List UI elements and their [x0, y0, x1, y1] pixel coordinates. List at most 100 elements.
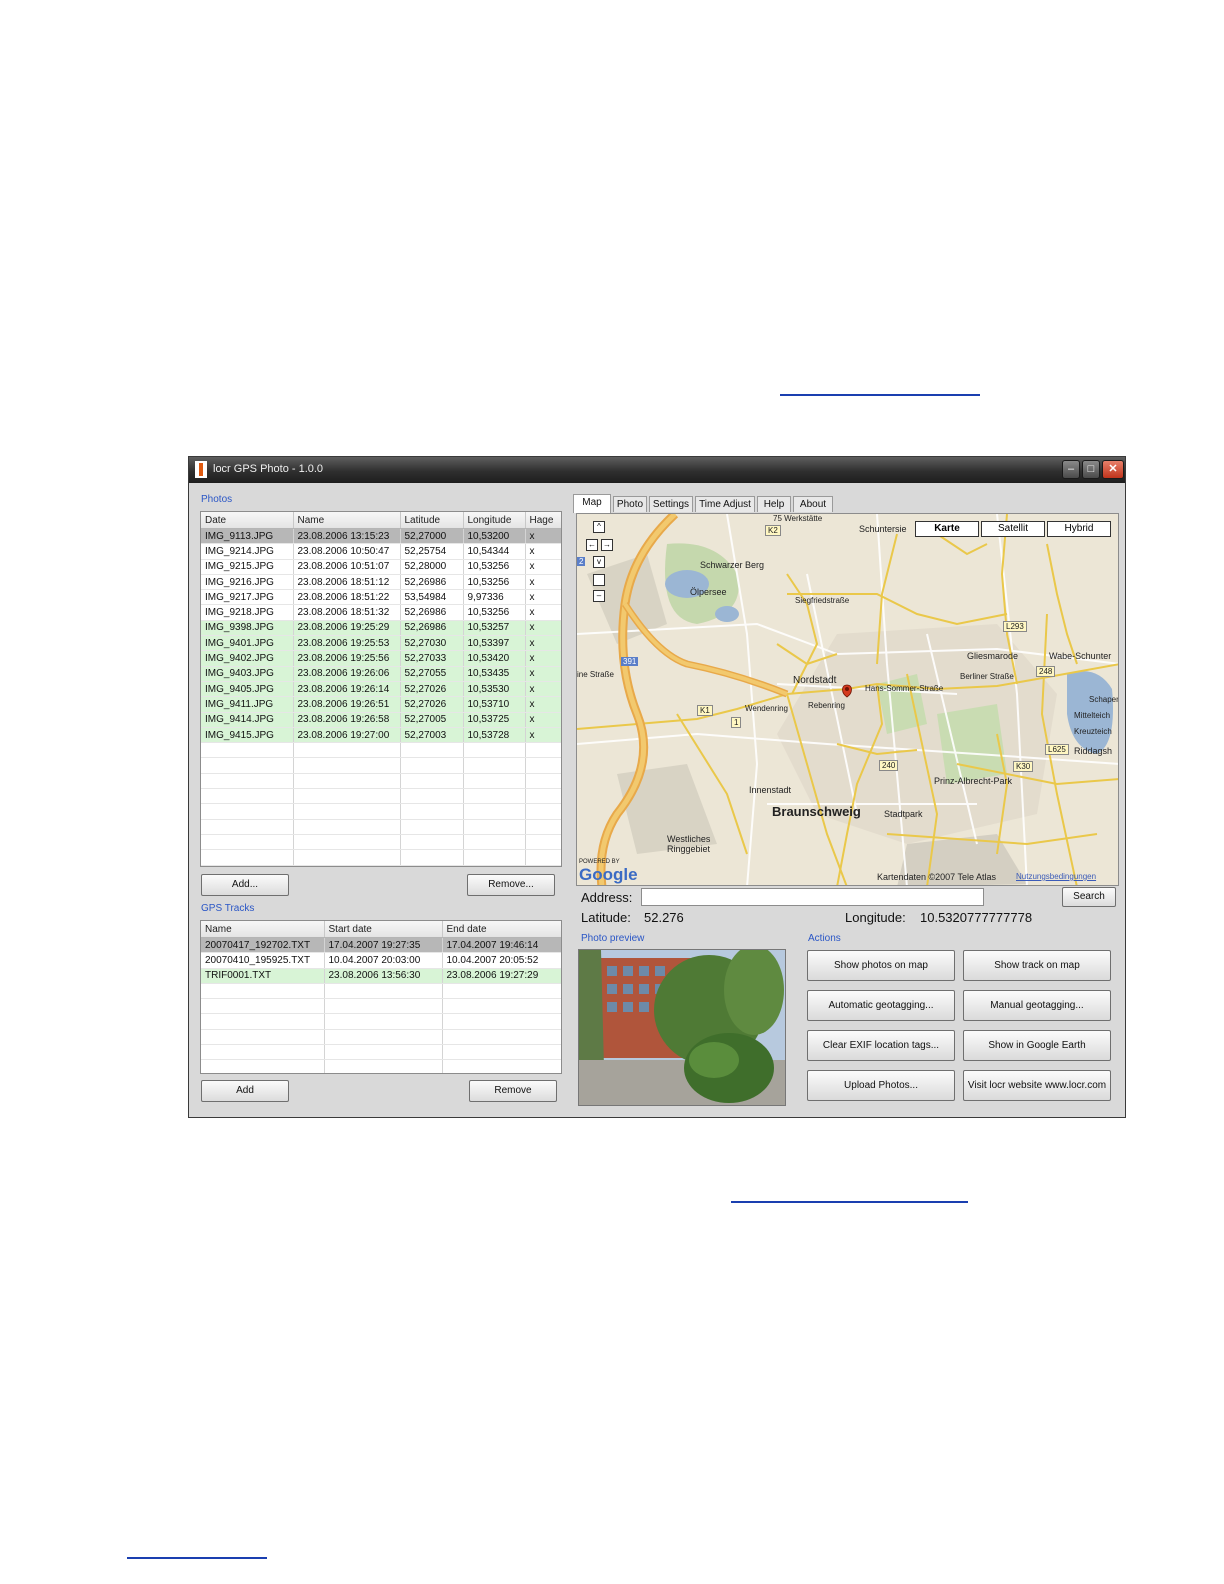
table-row[interactable]: IMG_9214.JPG 23.08.2006 10:50:47 52,25754 1… — [201, 543, 561, 560]
table-cell: 10,53200 — [463, 528, 526, 545]
zoom-in-icon[interactable] — [593, 574, 605, 586]
show-track-on-map-button[interactable]: Show track on map — [963, 950, 1111, 981]
table-cell: 10,53256 — [463, 604, 526, 621]
add-track-button[interactable]: Add — [201, 1080, 289, 1102]
table-row[interactable]: IMG_9218.JPG 23.08.2006 18:51:32 52,26986 1… — [201, 604, 561, 621]
close-button[interactable]: ✕ — [1102, 460, 1124, 479]
empty-cell — [201, 834, 294, 851]
pan-right-icon[interactable]: → — [601, 539, 613, 551]
table-cell: IMG_9215.JPG — [201, 559, 294, 575]
google-logo[interactable]: Google — [579, 865, 638, 885]
table-cell: IMG_9401.JPG — [201, 635, 294, 652]
map-type-satellit[interactable]: Satellit — [981, 521, 1045, 537]
table-row[interactable]: IMG_9113.JPG 23.08.2006 13:15:23 52,27000 1… — [201, 528, 561, 545]
photo-preview-image — [578, 949, 786, 1106]
map-type-karte[interactable]: Karte — [915, 521, 979, 537]
table-row[interactable]: IMG_9402.JPG 23.08.2006 19:25:56 52,27033 1… — [201, 650, 561, 667]
longitude-label: Longitude: — [845, 910, 906, 925]
pan-down-icon[interactable]: v — [593, 556, 605, 568]
empty-cell — [324, 983, 443, 1000]
empty-row — [201, 1044, 561, 1061]
manual-geotagging-button[interactable]: Manual geotagging... — [963, 990, 1111, 1021]
minimize-button[interactable]: – — [1062, 460, 1080, 479]
terms-link[interactable]: Nutzungsbedingungen — [1016, 872, 1096, 881]
table-row[interactable]: IMG_9215.JPG 23.08.2006 10:51:07 52,28000 1… — [201, 559, 561, 575]
empty-cell — [525, 834, 561, 851]
empty-cell — [525, 773, 561, 790]
table-row[interactable]: IMG_9217.JPG 23.08.2006 18:51:22 53,54984 9… — [201, 589, 561, 606]
photos-column-header[interactable]: Latitude — [400, 512, 464, 529]
table-row[interactable]: IMG_9401.JPG 23.08.2006 19:25:53 52,27030 1… — [201, 635, 561, 652]
table-cell: 10,53725 — [463, 712, 526, 728]
automatic-geotagging-button[interactable]: Automatic geotagging... — [807, 990, 955, 1021]
title-bar[interactable]: locr GPS Photo - 1.0.0 – □ ✕ — [189, 457, 1125, 483]
remove-track-button[interactable]: Remove — [469, 1080, 557, 1102]
zoom-out-icon[interactable]: – — [593, 590, 605, 602]
maximize-button[interactable]: □ — [1082, 460, 1100, 479]
tracks-column-header[interactable]: Start date — [324, 921, 443, 938]
tab-settings[interactable]: Settings — [649, 496, 693, 512]
table-row[interactable]: IMG_9411.JPG 23.08.2006 19:26:51 52,27026 1… — [201, 696, 561, 713]
tracks-column-header[interactable]: Name — [201, 921, 325, 938]
table-cell: TRIF0001.TXT — [201, 968, 325, 984]
table-cell: 10.04.2007 20:05:52 — [442, 952, 561, 969]
table-row[interactable]: IMG_9398.JPG 23.08.2006 19:25:29 52,26986 1… — [201, 620, 561, 637]
tab-map[interactable]: Map — [573, 494, 611, 513]
map-label: Mittelteich — [1074, 711, 1111, 720]
gps-tracks-table[interactable]: Name Start date End date 20070417_192702.T… — [200, 920, 562, 1074]
empty-cell — [201, 819, 294, 835]
table-row[interactable]: IMG_9415.JPG 23.08.2006 19:27:00 52,27003 1… — [201, 727, 561, 744]
photos-column-header[interactable]: Longitude — [463, 512, 526, 529]
empty-cell — [324, 1013, 443, 1030]
table-row[interactable]: 20070410_195925.TXT 10.04.2007 20:03:00 10… — [201, 952, 561, 969]
photos-column-header[interactable]: Hage — [525, 512, 561, 529]
table-row[interactable]: IMG_9414.JPG 23.08.2006 19:26:58 52,27005 1… — [201, 712, 561, 728]
map-view[interactable]: ^ ← → v – Karte Satellit Hybrid Schwarze… — [576, 513, 1119, 886]
map-canvas — [577, 514, 1118, 885]
map-label: Schwarzer Berg — [700, 560, 765, 570]
address-input[interactable] — [641, 888, 984, 906]
pan-left-icon[interactable]: ← — [586, 539, 598, 551]
tab-time-adjust[interactable]: Time Adjust — [695, 496, 755, 512]
empty-cell — [525, 742, 561, 759]
table-row[interactable]: TRIF0001.TXT 23.08.2006 13:56:30 23.08.200… — [201, 968, 561, 984]
table-row[interactable]: IMG_9405.JPG 23.08.2006 19:26:14 52,27026 1… — [201, 681, 561, 698]
tracks-column-header[interactable]: End date — [442, 921, 561, 938]
table-row[interactable]: IMG_9216.JPG 23.08.2006 18:51:12 52,26986 1… — [201, 574, 561, 591]
table-cell: 23.08.2006 19:26:51 — [293, 696, 401, 713]
empty-cell — [442, 1013, 561, 1030]
photos-table[interactable]: Date Name Latitude Longitude Hage IMG_9113.J… — [200, 511, 562, 867]
document-link-underline[interactable] — [731, 1201, 968, 1203]
empty-cell — [324, 1029, 443, 1046]
document-link-underline[interactable] — [780, 394, 980, 396]
search-button[interactable]: Search — [1062, 887, 1116, 907]
tab-about[interactable]: About — [793, 496, 833, 512]
pan-up-icon[interactable]: ^ — [593, 521, 605, 533]
add-photos-button[interactable]: Add... — [201, 874, 289, 896]
table-cell: 10,53530 — [463, 681, 526, 698]
table-cell: x — [525, 574, 561, 591]
empty-cell — [201, 983, 325, 1000]
photos-column-header[interactable]: Name — [293, 512, 401, 529]
empty-row — [201, 998, 561, 1015]
table-row[interactable]: IMG_9403.JPG 23.08.2006 19:26:06 52,27055 1… — [201, 666, 561, 682]
upload-photos-button[interactable]: Upload Photos... — [807, 1070, 955, 1101]
document-link-underline[interactable] — [127, 1557, 267, 1559]
empty-cell — [400, 849, 464, 866]
empty-cell — [463, 819, 526, 835]
table-row[interactable]: 20070417_192702.TXT 17.04.2007 19:27:35 17… — [201, 937, 561, 954]
map-label: Westliches Ringgebiet — [667, 834, 711, 854]
tab-help[interactable]: Help — [757, 496, 791, 512]
table-cell: 23.08.2006 13:15:23 — [293, 528, 401, 545]
tab-photo[interactable]: Photo — [613, 496, 647, 512]
map-type-hybrid[interactable]: Hybrid — [1047, 521, 1111, 537]
empty-cell — [293, 834, 401, 851]
remove-photos-button[interactable]: Remove... — [467, 874, 555, 896]
clear-exif-button[interactable]: Clear EXIF location tags... — [807, 1030, 955, 1061]
show-photos-on-map-button[interactable]: Show photos on map — [807, 950, 955, 981]
map-label: Riddagsh — [1074, 746, 1113, 756]
photos-column-header[interactable]: Date — [201, 512, 294, 529]
table-cell: 10,54344 — [463, 543, 526, 560]
visit-locr-website-button[interactable]: Visit locr website www.locr.com — [963, 1070, 1111, 1101]
show-in-google-earth-button[interactable]: Show in Google Earth — [963, 1030, 1111, 1061]
